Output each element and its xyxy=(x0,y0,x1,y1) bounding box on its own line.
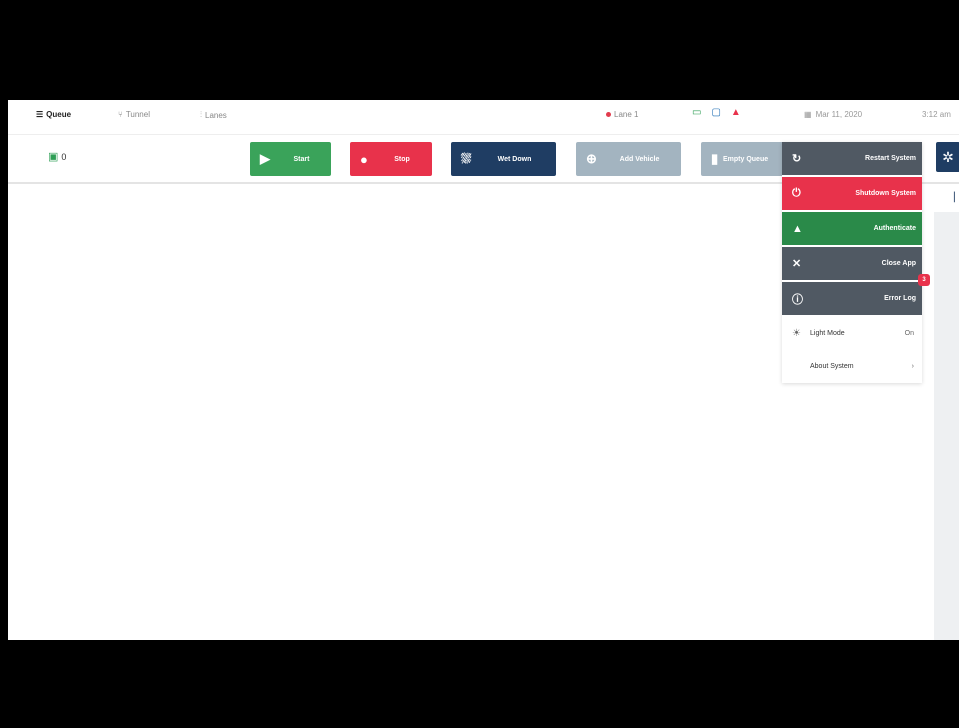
list-icon: ☰ xyxy=(36,110,44,119)
shutdown-system-label: Shutdown System xyxy=(855,190,916,197)
empty-queue-button[interactable]: ▮ Empty Queue xyxy=(701,142,787,176)
chevron-right-icon: › xyxy=(911,363,914,370)
vehicle-count-value: 0 xyxy=(61,151,67,162)
light-mode-value: On xyxy=(904,330,914,337)
lane-status-dot xyxy=(606,112,611,117)
error-count-badge: 3 xyxy=(918,274,930,286)
stop-button-label: Stop xyxy=(394,155,410,163)
time-display: 3:12 am xyxy=(922,110,951,119)
monitor-icon[interactable]: ▢ xyxy=(711,107,720,118)
restart-system-item[interactable]: ↻ Restart System xyxy=(782,142,922,175)
stop-icon: ● xyxy=(360,151,368,167)
add-vehicle-button[interactable]: ⊕ Add Vehicle xyxy=(576,142,681,176)
light-mode-label: Light Mode xyxy=(810,330,845,337)
lane-indicator[interactable]: Lane 1 xyxy=(606,110,638,119)
authenticate-label: Authenticate xyxy=(873,225,916,232)
restart-system-label: Restart System xyxy=(865,155,916,162)
video-letterbox-bottom xyxy=(0,640,959,728)
car-wash-icon[interactable]: ▭ xyxy=(692,107,701,118)
stop-button[interactable]: ● Stop xyxy=(350,142,432,176)
start-button[interactable]: ▶ Start xyxy=(250,142,331,176)
settings-button[interactable]: ✲ xyxy=(936,142,959,172)
car-icon: ▣ xyxy=(48,151,59,163)
tab-tunnel[interactable]: ⑂ Tunnel xyxy=(118,110,150,119)
wet-down-button-label: Wet Down xyxy=(497,155,532,163)
trash-icon: ▮ xyxy=(711,151,719,166)
tab-tunnel-label: Tunnel xyxy=(125,110,150,119)
date-text: Mar 11, 2020 xyxy=(815,110,863,119)
calendar-icon: ▦ xyxy=(804,110,812,119)
date-display: ▦ Mar 11, 2020 xyxy=(804,110,862,119)
video-letterbox-top xyxy=(0,0,959,100)
gear-icon: ✲ xyxy=(942,148,954,165)
vehicle-count: ▣ 0 xyxy=(48,150,66,163)
user-icon[interactable]: ▲ xyxy=(731,107,741,118)
tab-queue-label: Queue xyxy=(46,110,72,119)
app-window: ☰ Queue ⑂ Tunnel ⫶ Lanes Lane 1 ▭ ▢ ▲ ▦ … xyxy=(8,100,959,640)
error-log-label: Error Log xyxy=(884,295,916,302)
wet-down-button[interactable]: ⛆ Wet Down xyxy=(451,142,556,176)
tab-lanes[interactable]: ⫶ Lanes xyxy=(200,110,227,120)
lanes-icon: ⫶ xyxy=(200,110,202,119)
error-log-item[interactable]: ⓘ Error Log 3 xyxy=(782,274,930,315)
funnel-icon: ⑂ xyxy=(118,110,123,119)
add-vehicle-button-label: Add Vehicle xyxy=(619,155,660,163)
close-icon: ✕ xyxy=(792,258,802,270)
close-app-item[interactable]: ✕ Close App xyxy=(782,247,922,280)
tab-queue[interactable]: ☰ Queue xyxy=(36,110,71,119)
tab-lanes-label: Lanes xyxy=(205,110,227,120)
info-circle-icon: ⓘ xyxy=(792,293,803,306)
light-mode-toggle[interactable]: ☀ Light Mode On xyxy=(782,317,922,350)
side-panel xyxy=(934,212,959,640)
car-wash-icon: ⛆ xyxy=(461,151,472,166)
about-system-label: About System xyxy=(810,363,854,370)
close-app-label: Close App xyxy=(881,260,916,267)
authenticate-item[interactable]: ▲ Authenticate xyxy=(782,212,922,245)
sun-icon: ☀ xyxy=(792,328,801,339)
settings-menu: ↻ Restart System ⏻ Shutdown System ▲ Aut… xyxy=(782,142,930,383)
panel-marker: ▏ xyxy=(954,192,959,202)
status-icons: ▭ ▢ ▲ xyxy=(692,107,741,118)
user-icon: ▲ xyxy=(792,222,803,235)
lane-label: Lane 1 xyxy=(614,110,639,119)
start-button-label: Start xyxy=(293,155,310,163)
power-icon: ⏻ xyxy=(792,187,801,199)
about-system-item[interactable]: About System › xyxy=(782,350,922,383)
shutdown-system-item[interactable]: ⏻ Shutdown System xyxy=(782,177,922,210)
empty-queue-button-label: Empty Queue xyxy=(723,155,769,163)
top-nav: ☰ Queue ⑂ Tunnel ⫶ Lanes Lane 1 ▭ ▢ ▲ ▦ … xyxy=(8,100,959,135)
restart-icon: ↻ xyxy=(792,153,802,165)
play-icon: ▶ xyxy=(260,151,270,166)
plus-circle-icon: ⊕ xyxy=(586,151,597,166)
